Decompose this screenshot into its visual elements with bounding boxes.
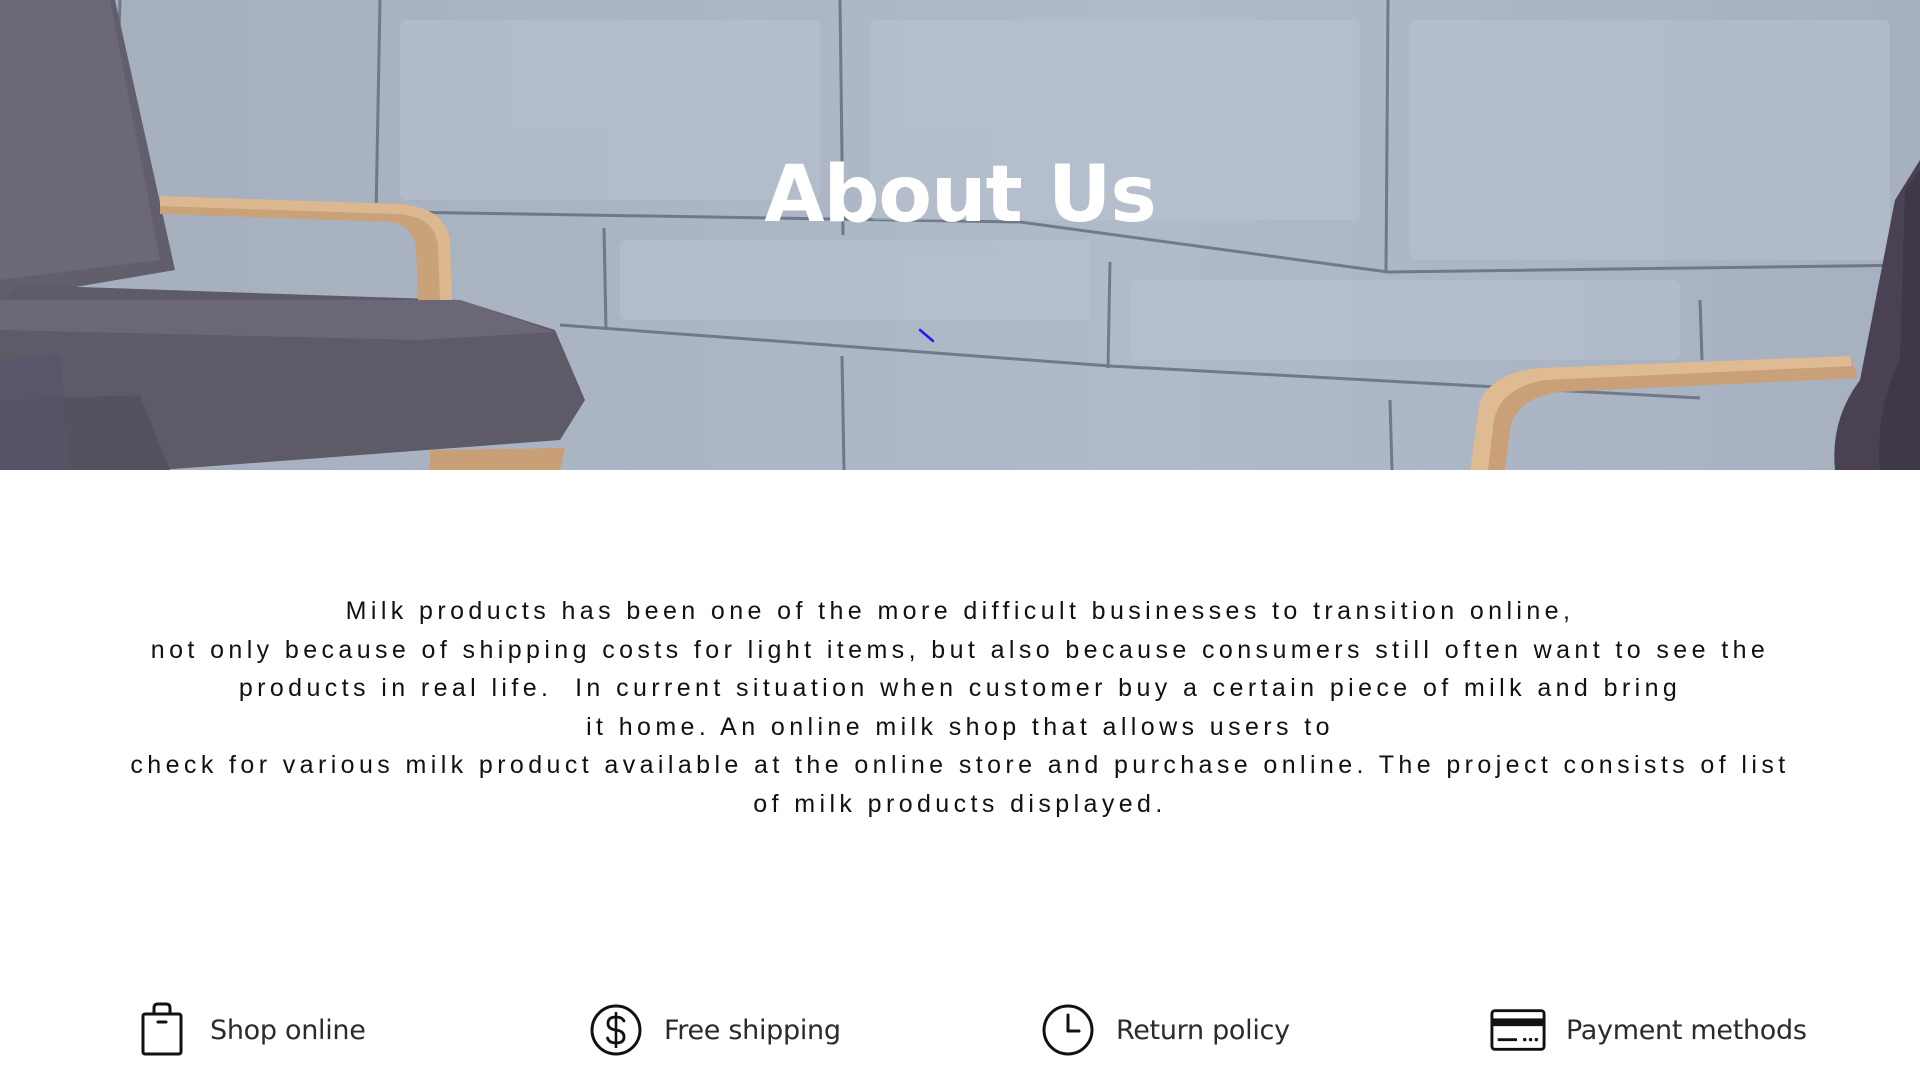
feature-return-policy: Return policy — [1040, 998, 1290, 1062]
features-bar: Shop online Free shipping Return policy — [0, 998, 1920, 1062]
feature-shop-online: Shop online — [134, 998, 366, 1062]
about-line: check for various milk product available… — [130, 751, 1790, 780]
credit-card-icon — [1490, 1000, 1546, 1060]
about-line: Milk products has been one of the more d… — [345, 597, 1575, 625]
hero-banner: About Us — [0, 0, 1920, 470]
feature-label: Free shipping — [664, 1014, 841, 1046]
feature-label: Return policy — [1116, 1014, 1290, 1046]
dollar-circle-icon — [588, 1000, 644, 1060]
feature-payment-methods: Payment methods — [1490, 998, 1807, 1062]
about-line: it home. An online milk shop that allows… — [586, 712, 1334, 741]
feature-free-shipping: Free shipping — [588, 998, 841, 1062]
about-line: of milk products displayed. — [753, 789, 1167, 818]
page-title: About Us — [764, 150, 1157, 240]
feature-label: Shop online — [210, 1014, 366, 1046]
cursor-mark — [918, 328, 935, 343]
about-description: Milk products has been one of the more d… — [0, 592, 1920, 824]
shopping-bag-icon — [134, 1000, 190, 1060]
about-line: not only because of shipping costs for l… — [150, 635, 1770, 664]
about-line: products in real life. In current situat… — [238, 674, 1682, 703]
clock-icon — [1040, 1000, 1096, 1060]
feature-label: Payment methods — [1566, 1014, 1807, 1046]
